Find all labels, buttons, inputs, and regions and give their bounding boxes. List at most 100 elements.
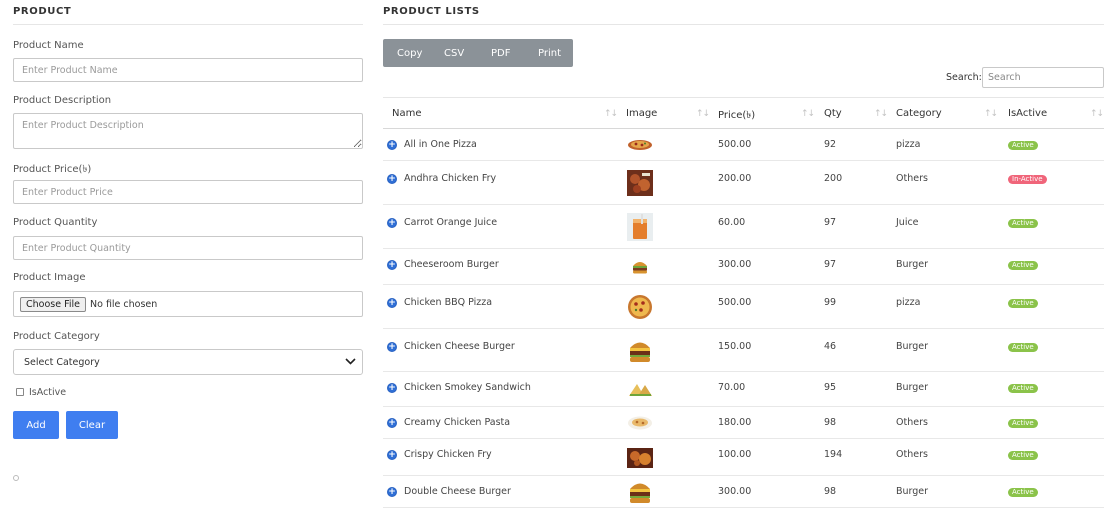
price-cell: 180.00 [718,417,752,428]
table-row[interactable]: + Carrot Orange Juice 60.00 97 Juice Active [383,205,1104,249]
table-row[interactable]: + Cheeseroom Burger 300.00 97 Burger Active [383,249,1104,285]
sort-arrows-icon[interactable]: ↑↓ [604,109,618,119]
sort-arrows-icon[interactable]: ↑↓ [984,109,998,119]
qty-cell: 194 [824,449,843,460]
chevron-down-icon [345,357,356,368]
category-cell: Burger [896,259,929,270]
table-row[interactable]: + Chicken Cheese Burger 150.00 46 Burger Acti… [383,329,1104,372]
qty-cell: 97 [824,217,837,228]
status-badge: Active [1008,451,1038,460]
table-row[interactable]: + Crispy Chicken Fry 100.00 194 Others Active [383,439,1104,476]
sort-arrows-icon[interactable]: ↑↓ [696,109,710,119]
add-button[interactable]: Add [13,411,59,439]
copy-button[interactable]: Copy [383,48,430,59]
sort-arrows-icon[interactable]: ↑↓ [1090,109,1104,119]
product-name-cell: All in One Pizza [404,139,477,150]
product-name-cell: Carrot Orange Juice [404,217,498,228]
crispy-fry-thumbnail-icon [627,448,653,471]
price-cell: 500.00 [718,139,752,150]
product-quantity-input[interactable] [13,236,363,260]
search-input[interactable] [982,67,1104,88]
pasta-thumbnail-icon [627,415,653,434]
table-row[interactable]: + Chicken Smokey Sandwich 70.00 95 Burger Act… [383,372,1104,407]
form-heading-divider [13,24,363,25]
product-price-label: Product Price(৳) [13,164,92,175]
pdf-button[interactable]: PDF [477,48,524,59]
sandwich-thumbnail-icon [627,381,653,402]
burger-small-thumbnail-icon [631,259,649,278]
price-cell: 100.00 [718,449,752,460]
sort-arrows-icon[interactable]: ↑↓ [874,109,888,119]
product-description-input[interactable] [13,113,363,149]
expand-row-plus-icon[interactable]: + [387,298,397,308]
status-badge: Active [1008,384,1038,393]
product-category-select[interactable]: Select Category [13,349,363,375]
clear-button[interactable]: Clear [66,411,118,439]
product-description-label: Product Description [13,95,112,106]
table-row[interactable]: + Chicken BBQ Pizza 500.00 99 pizza Active [383,285,1104,329]
choose-file-button[interactable]: Choose File [20,296,86,312]
expand-row-plus-icon[interactable]: + [387,487,397,497]
table-row[interactable]: + All in One Pizza 500.00 92 pizza Active [383,129,1104,161]
expand-row-plus-icon[interactable]: + [387,383,397,393]
export-button-group: Copy CSV PDF Print [383,39,573,67]
expand-row-plus-icon[interactable]: + [387,218,397,228]
search-label: Search: [946,72,982,83]
column-header-qty[interactable]: Qty [824,108,842,119]
product-name-input[interactable] [13,58,363,82]
table-row[interactable]: + Creamy Chicken Pasta 180.00 98 Others Activ… [383,407,1104,439]
expand-row-plus-icon[interactable]: + [387,140,397,150]
category-cell: Others [896,417,928,428]
category-selected-value: Select Category [24,356,100,368]
column-header-category[interactable]: Category [896,108,942,119]
pizza-round-thumbnail-icon [627,294,653,323]
expand-row-plus-icon[interactable]: + [387,342,397,352]
column-header-image[interactable]: Image [626,108,657,119]
price-cell: 150.00 [718,341,752,352]
product-category-label: Product Category [13,331,100,342]
qty-cell: 98 [824,486,837,497]
product-name-label: Product Name [13,40,84,51]
qty-cell: 92 [824,139,837,150]
product-price-input[interactable] [13,180,363,204]
product-name-cell: Chicken Cheese Burger [404,341,515,352]
pizza-thumbnail-icon [627,139,653,154]
price-cell: 300.00 [718,486,752,497]
qty-cell: 98 [824,417,837,428]
price-cell: 300.00 [718,259,752,270]
print-button[interactable]: Print [524,48,571,59]
price-cell: 200.00 [718,173,752,184]
small-radio-indicator[interactable] [13,475,19,481]
sort-arrows-icon[interactable]: ↑↓ [801,109,815,119]
qty-cell: 99 [824,297,837,308]
isactive-checkbox[interactable] [16,388,24,396]
qty-cell: 200 [824,173,843,184]
product-image-file-input[interactable]: Choose File No file chosen [13,291,363,317]
product-name-cell: Andhra Chicken Fry [404,173,497,184]
status-badge: Active [1008,219,1038,228]
category-cell: Burger [896,486,929,497]
status-badge: Active [1008,488,1038,497]
status-badge: Active [1008,261,1038,270]
qty-cell: 46 [824,341,837,352]
isactive-label: IsActive [29,387,67,398]
csv-button[interactable]: CSV [430,48,477,59]
product-name-cell: Creamy Chicken Pasta [404,417,511,428]
category-cell: pizza [896,297,921,308]
column-header-name[interactable]: Name [392,108,422,119]
expand-row-plus-icon[interactable]: + [387,450,397,460]
form-heading: PRODUCT [13,6,72,17]
expand-row-plus-icon[interactable]: + [387,260,397,270]
column-header-isactive[interactable]: IsActive [1008,108,1047,119]
product-name-cell: Chicken Smokey Sandwich [404,382,531,393]
expand-row-plus-icon[interactable]: + [387,174,397,184]
status-badge: Active [1008,299,1038,308]
table-row[interactable]: + Andhra Chicken Fry 200.00 200 Others In-Act… [383,161,1104,205]
expand-row-plus-icon[interactable]: + [387,418,397,428]
list-heading-divider [383,24,1104,25]
table-row[interactable]: + Double Cheese Burger 300.00 98 Burger Activ… [383,476,1104,508]
column-header-price[interactable]: Price(৳) [718,108,755,125]
chicken-fry-thumbnail-icon [627,170,653,199]
price-cell: 500.00 [718,297,752,308]
table-header: Name ↑↓ Image ↑↓ Price(৳) ↑↓ Qty ↑↓ Cate… [383,97,1104,129]
